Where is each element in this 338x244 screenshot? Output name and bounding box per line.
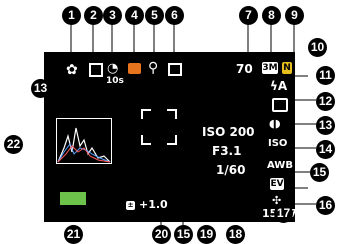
callout-8: 8 xyxy=(262,6,281,25)
ev-shift-readout: +1.0 xyxy=(139,198,168,211)
callout-12: 12 xyxy=(316,92,335,111)
callout-6: 6 xyxy=(165,6,184,25)
callout-4: 4 xyxy=(125,6,144,25)
metering-icon xyxy=(168,63,182,76)
image-size-badge: 3M xyxy=(262,62,278,74)
self-timer-sub: 10s xyxy=(106,76,124,86)
callout-17: 17 xyxy=(274,204,293,223)
callout-13b: 13 xyxy=(316,116,335,135)
ev-badge: EV xyxy=(270,178,284,190)
callout-2: 2 xyxy=(84,6,103,25)
self-timer-icon: ◔ xyxy=(107,61,119,76)
callout-18: 18 xyxy=(226,225,245,244)
quality-badge: N xyxy=(282,62,292,74)
callout-22: 22 xyxy=(4,135,23,154)
callout-5: 5 xyxy=(145,6,164,25)
callout-15a: 15 xyxy=(174,225,193,244)
callout-21: 21 xyxy=(64,225,83,244)
battery-icon xyxy=(60,192,86,205)
callout-16: 16 xyxy=(316,196,335,215)
callout-11: 11 xyxy=(316,66,335,85)
ev-shift-icon: ± xyxy=(126,201,135,210)
continuous-shot-icon xyxy=(89,63,103,77)
anti-shake-icon: ◖◗ xyxy=(269,117,281,130)
lcd-screen: ✿ ◔ 10s ⚲ 70 3M N ϟA ◖◗ ISO AWB EV ✣ 15:… xyxy=(44,52,297,222)
callout-13a: 13 xyxy=(31,79,50,98)
histogram-icon xyxy=(56,118,112,164)
focus-frame-icon xyxy=(141,109,177,145)
callout-20: 20 xyxy=(152,225,171,244)
callout-15b: 15 xyxy=(310,163,329,182)
magnifier-icon: ⚲ xyxy=(148,60,159,76)
aperture-readout: F3.1 xyxy=(212,144,242,158)
callout-9: 9 xyxy=(285,6,304,25)
shots-remaining: 70 xyxy=(236,62,253,76)
face-detection-icon xyxy=(272,98,288,112)
flower-icon: ✿ xyxy=(66,62,78,78)
iso-badge: ISO xyxy=(268,138,288,149)
callout-1: 1 xyxy=(62,6,81,25)
shutter-readout: 1/60 xyxy=(216,163,246,177)
callout-14: 14 xyxy=(316,140,335,159)
flash-auto-icon: ϟA xyxy=(270,79,288,93)
camera-icon xyxy=(128,63,141,74)
callout-19: 19 xyxy=(197,225,216,244)
callout-10: 10 xyxy=(308,38,327,57)
callout-7: 7 xyxy=(239,6,258,25)
callout-3: 3 xyxy=(103,6,122,25)
iso-readout: ISO 200 xyxy=(202,125,255,139)
white-balance-badge: AWB xyxy=(267,160,293,171)
